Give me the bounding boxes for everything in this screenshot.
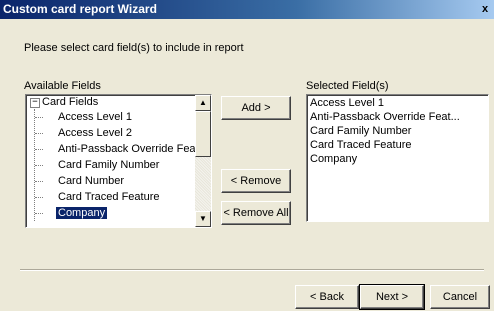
tree-branch-line [35, 213, 43, 214]
title-bar: Custom card report Wizard x [0, 0, 494, 19]
up-arrow-icon[interactable]: ▲ [195, 95, 211, 111]
add-button[interactable]: Add > [221, 96, 291, 120]
minus-box-icon[interactable]: − [30, 98, 40, 108]
remove-all-button[interactable]: < Remove All [221, 201, 291, 225]
tree-branch-line [35, 117, 43, 118]
remove-button[interactable]: < Remove [221, 169, 291, 193]
tree-item-card-traced-feature[interactable]: Card Traced Feature [58, 189, 160, 205]
tree-branch-line [35, 197, 43, 198]
tree-branch-line [35, 149, 43, 150]
tree-item-anti-passback-override-feature[interactable]: Anti-Passback Override Feature [58, 141, 211, 157]
close-icon[interactable]: x [478, 2, 492, 16]
tree-branch-line [35, 133, 43, 134]
available-fields-label: Available Fields [24, 80, 101, 92]
tree-item-access-level-2[interactable]: Access Level 2 [58, 125, 132, 141]
footer-separator [20, 269, 484, 271]
tree-item-access-level-1[interactable]: Access Level 1 [58, 109, 132, 125]
available-fields-tree[interactable]: − Card Fields Access Level 1 Access Leve… [25, 94, 212, 228]
list-item[interactable]: Anti-Passback Override Feat... [310, 110, 460, 124]
tree-item-company[interactable]: Company [54, 205, 109, 221]
next-button[interactable]: Next > [359, 284, 425, 310]
list-item[interactable]: Access Level 1 [310, 96, 384, 110]
tree-branch-line [35, 165, 43, 166]
tree-item-card-family-number[interactable]: Card Family Number [58, 157, 159, 173]
tree-item-card-number[interactable]: Card Number [58, 173, 124, 189]
tree-scrollbar[interactable]: ▲ ▼ [195, 95, 211, 227]
window-title: Custom card report Wizard [3, 2, 157, 16]
scrollbar-thumb[interactable] [195, 111, 211, 157]
list-item[interactable]: Card Traced Feature [310, 138, 412, 152]
instruction-text: Please select card field(s) to include i… [24, 42, 244, 54]
cancel-button[interactable]: Cancel [430, 285, 490, 309]
back-button[interactable]: < Back [295, 285, 359, 309]
selected-fields-list[interactable]: Access Level 1 Anti-Passback Override Fe… [306, 94, 489, 222]
tree-branch-line [35, 181, 43, 182]
list-item[interactable]: Card Family Number [310, 124, 411, 138]
selected-fields-label: Selected Field(s) [306, 80, 389, 92]
list-item[interactable]: Company [310, 152, 357, 166]
down-arrow-icon[interactable]: ▼ [195, 211, 211, 227]
tree-root-card-fields[interactable]: Card Fields [42, 95, 98, 110]
